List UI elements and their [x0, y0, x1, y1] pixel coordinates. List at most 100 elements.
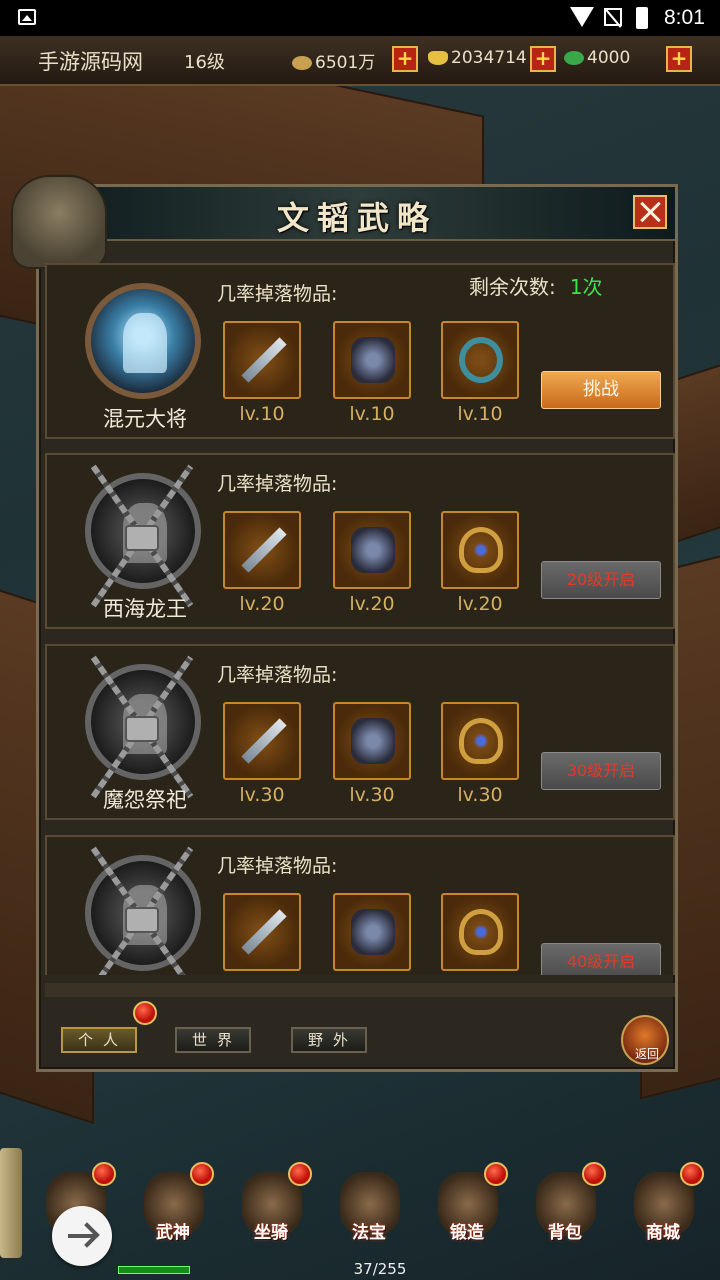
- drop-item-armor[interactable]: [333, 321, 411, 399]
- back-button[interactable]: 返回: [621, 1015, 669, 1065]
- add-jade-button[interactable]: +: [666, 46, 692, 72]
- armor-icon: [351, 527, 395, 573]
- sword-icon: [241, 718, 287, 764]
- clock: 8:01: [664, 6, 705, 29]
- nav-label: 法宝: [352, 1223, 386, 1243]
- drop-label: 几率掉落物品:: [217, 473, 338, 495]
- coin-amount: 6501万: [315, 53, 376, 73]
- sword-icon: [241, 337, 287, 383]
- armor-icon: [351, 909, 395, 955]
- drop-item-armor[interactable]: [333, 893, 411, 971]
- drop-item-ring[interactable]: [441, 321, 519, 399]
- notification-dot-icon: [133, 1001, 157, 1025]
- nav-label: 背包: [548, 1223, 582, 1243]
- remaining-label: 剩余次数:: [469, 275, 556, 299]
- drop-item-sword[interactable]: [223, 321, 301, 399]
- panel-title: 文韬武略: [276, 199, 437, 237]
- ring-icon: [459, 337, 503, 383]
- notification-dot-icon: [288, 1162, 312, 1186]
- panel-header: 文韬武略: [39, 187, 675, 241]
- boss-card: 西海龙王 几率掉落物品: lv.20 lv.20 lv.20 20级开启: [45, 453, 675, 629]
- experience-text: 37/255: [353, 1260, 407, 1278]
- drop-item-amulet[interactable]: [441, 511, 519, 589]
- tab-personal[interactable]: 个人: [61, 1027, 137, 1053]
- nav-wushen[interactable]: 武神: [128, 1162, 218, 1254]
- drop-label: 几率掉落物品:: [217, 283, 338, 305]
- amulet-icon: [459, 527, 503, 573]
- drop-item-sword[interactable]: [223, 511, 301, 589]
- item-level: lv.10: [349, 403, 395, 425]
- boss-card: 混元大将 几率掉落物品: 剩余次数: 1次 lv.10 lv.10 lv.10 挑…: [45, 263, 675, 439]
- boss-avatar: [85, 283, 201, 399]
- boss-card: 魔怨祭祀 几率掉落物品: lv.30 lv.30 lv.30 30级开启: [45, 644, 675, 820]
- nav-forge[interactable]: 锻造: [422, 1162, 512, 1254]
- jade-amount: 4000: [587, 48, 631, 68]
- image-notification-icon: [18, 9, 36, 25]
- player-name[interactable]: 手游源码网: [38, 46, 143, 76]
- unlock-level-button[interactable]: 40级开启: [541, 943, 661, 975]
- nav-label: 坐骑: [254, 1223, 288, 1243]
- ingot-resource: 2034714: [428, 48, 527, 68]
- bottom-nav: 武神 坐骑 法宝 锻造 背包 商城: [22, 1162, 720, 1262]
- remaining-value: 1次: [569, 275, 603, 299]
- forward-arrow-button[interactable]: [52, 1206, 112, 1266]
- drop-label: 几率掉落物品:: [217, 664, 338, 686]
- unlock-level-button[interactable]: 20级开启: [541, 561, 661, 599]
- boss-portrait: 魔怨祭祀: [75, 655, 215, 812]
- list-divider: [45, 983, 675, 997]
- remaining-attempts: 剩余次数: 1次: [469, 271, 602, 300]
- drop-label: 几率掉落物品:: [217, 855, 338, 877]
- resource-bar: 手游源码网 16级 6501万 + 2034714 + 4000 +: [0, 36, 720, 86]
- drop-item-amulet[interactable]: [441, 893, 519, 971]
- nav-mount[interactable]: 坐骑: [226, 1162, 316, 1254]
- ingot-amount: 2034714: [451, 48, 527, 68]
- player-level: 16级: [184, 52, 225, 73]
- add-ingots-button[interactable]: +: [530, 46, 556, 72]
- item-level: lv.30: [349, 784, 395, 806]
- notification-dot-icon: [190, 1162, 214, 1186]
- nav-label: 锻造: [450, 1223, 484, 1243]
- boss-portrait: 混元大将: [75, 279, 215, 431]
- nav-label: 商城: [646, 1223, 680, 1243]
- item-level: lv.30: [239, 784, 285, 806]
- boss-name: 西海龙王: [103, 597, 187, 621]
- tab-world[interactable]: 世界: [175, 1027, 251, 1053]
- boss-card: 几率掉落物品: 40级开启: [45, 835, 675, 975]
- sword-icon: [241, 909, 287, 955]
- nav-treasure[interactable]: 法宝: [324, 1162, 414, 1254]
- unlock-level-button[interactable]: 30级开启: [541, 752, 661, 790]
- item-level: lv.20: [349, 593, 395, 615]
- amulet-icon: [459, 909, 503, 955]
- nav-backpack[interactable]: 背包: [520, 1162, 610, 1254]
- jade-icon: [564, 51, 584, 65]
- sword-icon: [241, 527, 287, 573]
- challenge-button[interactable]: 挑战: [541, 371, 661, 409]
- drop-item-sword[interactable]: [223, 893, 301, 971]
- gold-ingot-icon: [428, 51, 448, 65]
- drop-item-sword[interactable]: [223, 702, 301, 780]
- boss-portrait: [75, 846, 215, 975]
- item-level: lv.10: [457, 403, 503, 425]
- drop-item-armor[interactable]: [333, 702, 411, 780]
- amulet-icon: [459, 718, 503, 764]
- scroll-menu-icon[interactable]: [0, 1148, 22, 1258]
- coin-icon: [292, 56, 312, 70]
- tab-field[interactable]: 野外: [291, 1027, 367, 1053]
- drop-item-amulet[interactable]: [441, 702, 519, 780]
- drop-item-armor[interactable]: [333, 511, 411, 589]
- add-coins-button[interactable]: +: [392, 46, 418, 72]
- item-level: lv.20: [457, 593, 503, 615]
- item-level: lv.20: [239, 593, 285, 615]
- notification-dot-icon: [680, 1162, 704, 1186]
- battery-icon: [636, 7, 648, 29]
- nav-shop[interactable]: 商城: [618, 1162, 708, 1254]
- close-button[interactable]: [633, 195, 667, 229]
- padlock-icon: [125, 525, 159, 551]
- status-bar: 8:01: [0, 0, 720, 36]
- nav-label: 武神: [156, 1223, 190, 1243]
- item-level: lv.10: [239, 403, 285, 425]
- back-label: 返回: [634, 1047, 659, 1061]
- boss-list[interactable]: 混元大将 几率掉落物品: 剩余次数: 1次 lv.10 lv.10 lv.10 挑…: [45, 263, 675, 975]
- boss-challenge-panel: 文韬武略 混元大将 几率掉落物品: 剩余次数: 1次 lv.10 lv.10 lv…: [11, 175, 678, 1072]
- coin-resource: 6501万: [292, 48, 375, 73]
